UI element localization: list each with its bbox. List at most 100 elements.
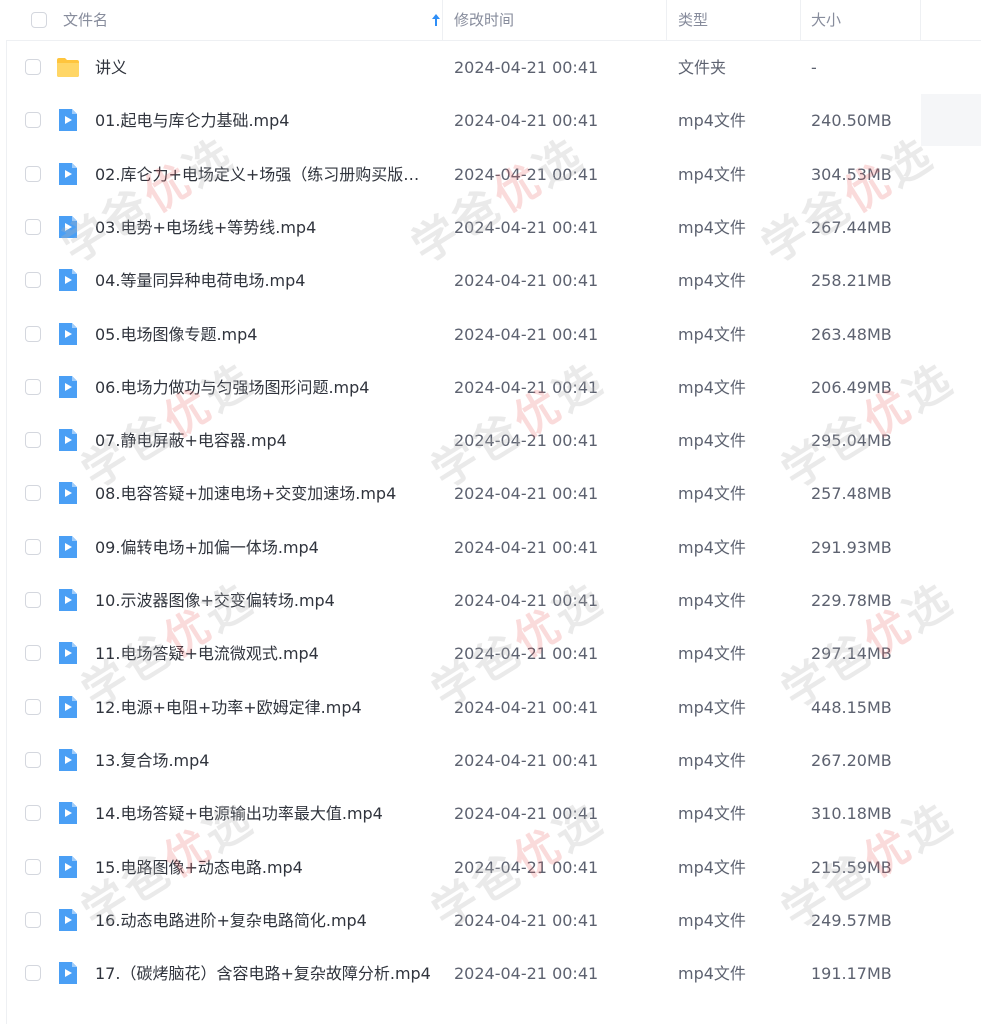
file-modified-time: 2024-04-21 00:41 [454,324,599,344]
file-name[interactable]: 12.电源+电阻+功率+欧姆定律.mp4 [95,681,433,734]
file-name[interactable]: 15.电路图像+动态电路.mp4 [95,841,433,894]
file-type: mp4文件 [678,111,746,131]
video-file-icon [59,589,77,611]
file-row[interactable]: 04.等量同异种电荷电场.mp4 2024-04-21 00:41 mp4文件 258… [6,254,981,307]
column-divider [800,0,801,40]
file-row[interactable]: 17.（碳烤脑花）含容电路+复杂故障分析.mp4 2024-04-21 00:41… [6,947,981,1000]
row-checkbox[interactable] [25,165,41,182]
file-row[interactable]: 09.偏转电场+加偏一体场.mp4 2024-04-21 00:41 mp4文件 29… [6,521,981,574]
row-checkbox[interactable] [25,538,41,555]
file-type: mp4文件 [678,804,746,824]
file-row[interactable]: 15.电路图像+动态电路.mp4 2024-04-21 00:41 mp4文件 215… [6,841,981,894]
row-checkbox[interactable] [25,325,41,342]
file-modified-time: 2024-04-21 00:41 [454,857,599,877]
column-header-size[interactable]: 大小 [811,0,841,40]
row-checkbox[interactable] [25,965,41,982]
file-modified-time: 2024-04-21 00:41 [454,58,599,77]
video-file-icon [59,109,77,132]
row-checkbox[interactable] [25,911,41,928]
file-modified-time: 2024-04-21 00:41 [454,537,599,557]
row-checkbox[interactable] [25,698,41,715]
file-modified-time: 2024-04-21 00:41 [454,431,599,451]
file-name[interactable]: 07.静电屏蔽+电容器.mp4 [95,414,433,467]
file-row[interactable]: 06.电场力做功与匀强场图形问题.mp4 2024-04-21 00:41 mp4文… [6,361,981,414]
file-name[interactable]: 13.复合场.mp4 [95,734,433,787]
file-name[interactable]: 08.电容答疑+加速电场+交变加速场.mp4 [95,467,433,520]
file-row[interactable]: 05.电场图像专题.mp4 2024-04-21 00:41 mp4文件 263.48… [6,308,981,361]
row-checkbox[interactable] [25,218,41,235]
file-name[interactable]: 10.示波器图像+交变偏转场.mp4 [95,574,433,627]
video-file-icon [59,802,77,825]
file-row[interactable]: 12.电源+电阻+功率+欧姆定律.mp4 2024-04-21 00:41 mp4文… [6,681,981,734]
file-name[interactable]: 14.电场答疑+电源输出功率最大值.mp4 [95,787,433,840]
file-modified-time: 2024-04-21 00:41 [454,910,599,930]
row-checkbox[interactable] [25,751,41,768]
row-checkbox[interactable] [25,432,41,449]
file-row[interactable]: 01.起电与库仑力基础.mp4 2024-04-21 00:41 mp4文件 240.… [6,94,981,147]
file-row[interactable]: 13.复合场.mp4 2024-04-21 00:41 mp4文件 267.20MB [6,734,981,787]
file-row[interactable]: 16.动态电路进阶+复杂电路简化.mp4 2024-04-21 00:41 mp4文… [6,894,981,947]
file-type: mp4文件 [678,857,746,877]
file-type: mp4文件 [678,750,746,770]
file-name[interactable]: 01.起电与库仑力基础.mp4 [95,94,433,147]
file-name[interactable]: 03.电势+电场线+等势线.mp4 [95,201,433,254]
row-checkbox[interactable] [25,272,41,289]
file-type: mp4文件 [678,217,746,237]
row-checkbox[interactable] [25,485,41,502]
file-type: mp4文件 [678,484,746,504]
file-row[interactable]: 08.电容答疑+加速电场+交变加速场.mp4 2024-04-21 00:41 mp… [6,467,981,520]
file-name[interactable]: 讲义 [95,41,433,94]
video-file-icon [59,535,77,558]
select-all-checkbox[interactable] [31,12,47,28]
file-name[interactable]: 04.等量同异种电荷电场.mp4 [95,254,433,307]
file-modified-time: 2024-04-21 00:41 [454,484,599,504]
row-checkbox[interactable] [25,858,41,875]
file-row[interactable]: 10.示波器图像+交变偏转场.mp4 2024-04-21 00:41 mp4文件 2… [6,574,981,627]
file-row[interactable]: 11.电场答疑+电流微观式.mp4 2024-04-21 00:41 mp4文件 29… [6,627,981,680]
column-header-type[interactable]: 类型 [678,0,708,40]
video-file-icon [59,429,77,452]
file-modified-time: 2024-04-21 00:41 [454,111,599,131]
row-checkbox[interactable] [25,592,41,608]
file-modified-time: 2024-04-21 00:41 [454,804,599,824]
file-name[interactable]: 17.（碳烤脑花）含容电路+复杂故障分析.mp4 [95,947,433,1000]
file-size: 215.59MB [811,857,892,877]
file-modified-time: 2024-04-21 00:41 [454,964,599,984]
video-file-icon [59,855,77,878]
row-checkbox[interactable] [25,59,41,75]
row-checkbox[interactable] [25,112,41,129]
column-header-name[interactable]: 文件名 [63,0,108,40]
video-file-icon [59,375,77,398]
file-name[interactable]: 05.电场图像专题.mp4 [95,308,433,361]
file-row[interactable]: 02.库仑力+电场定义+场强（练习册购买版本... 2024-04-21 00:4… [6,148,981,201]
file-row[interactable]: 03.电势+电场线+等势线.mp4 2024-04-21 00:41 mp4文件 26… [6,201,981,254]
file-type: mp4文件 [678,271,746,291]
file-row[interactable]: 14.电场答疑+电源输出功率最大值.mp4 2024-04-21 00:41 mp4… [6,787,981,840]
file-size: 310.18MB [811,804,892,824]
file-modified-time: 2024-04-21 00:41 [454,271,599,291]
sort-ascending-icon[interactable] [431,12,441,28]
video-file-icon [59,322,77,345]
file-row[interactable]: 讲义 2024-04-21 00:41 文件夹 - [6,41,981,94]
video-file-icon [59,695,77,718]
file-row[interactable]: 07.静电屏蔽+电容器.mp4 2024-04-21 00:41 mp4文件 295.… [6,414,981,467]
file-size: 267.20MB [811,750,892,770]
file-name[interactable]: 09.偏转电场+加偏一体场.mp4 [95,521,433,574]
file-size: 240.50MB [811,111,892,131]
file-size: 297.14MB [811,644,892,664]
video-file-icon [59,908,77,931]
row-checkbox[interactable] [25,378,41,395]
column-header-time[interactable]: 修改时间 [454,0,514,40]
file-modified-time: 2024-04-21 00:41 [454,591,599,610]
file-type: 文件夹 [678,58,727,77]
file-name[interactable]: 02.库仑力+电场定义+场强（练习册购买版本... [95,148,433,201]
file-name[interactable]: 06.电场力做功与匀强场图形问题.mp4 [95,361,433,414]
row-checkbox[interactable] [25,645,41,662]
video-file-icon [59,748,77,771]
file-name[interactable]: 11.电场答疑+电流微观式.mp4 [95,627,433,680]
row-checkbox[interactable] [25,805,41,822]
file-modified-time: 2024-04-21 00:41 [454,750,599,770]
file-type: mp4文件 [678,644,746,664]
file-name[interactable]: 16.动态电路进阶+复杂电路简化.mp4 [95,894,433,947]
file-size: 267.44MB [811,217,892,237]
